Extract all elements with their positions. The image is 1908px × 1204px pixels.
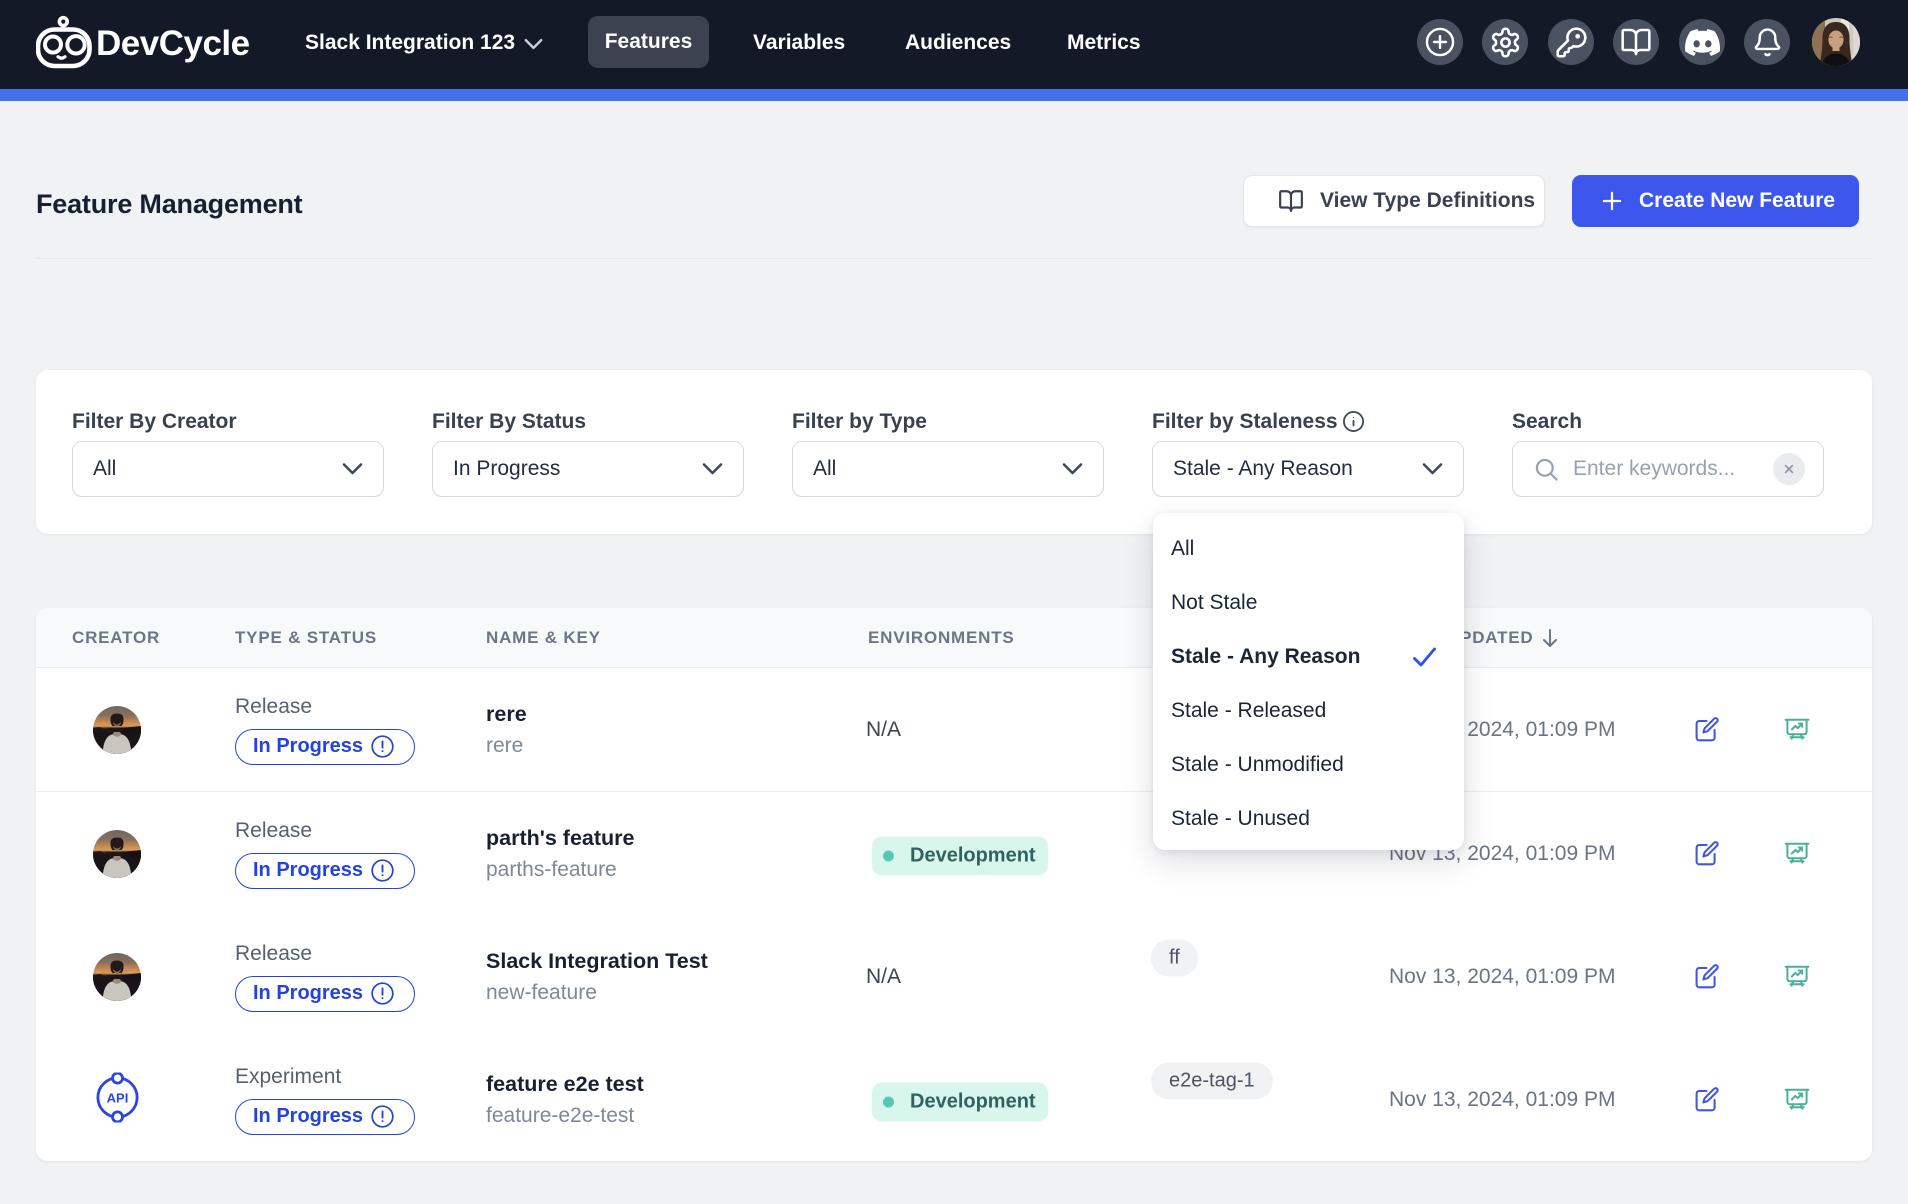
svg-text:API: API: [107, 1090, 129, 1105]
